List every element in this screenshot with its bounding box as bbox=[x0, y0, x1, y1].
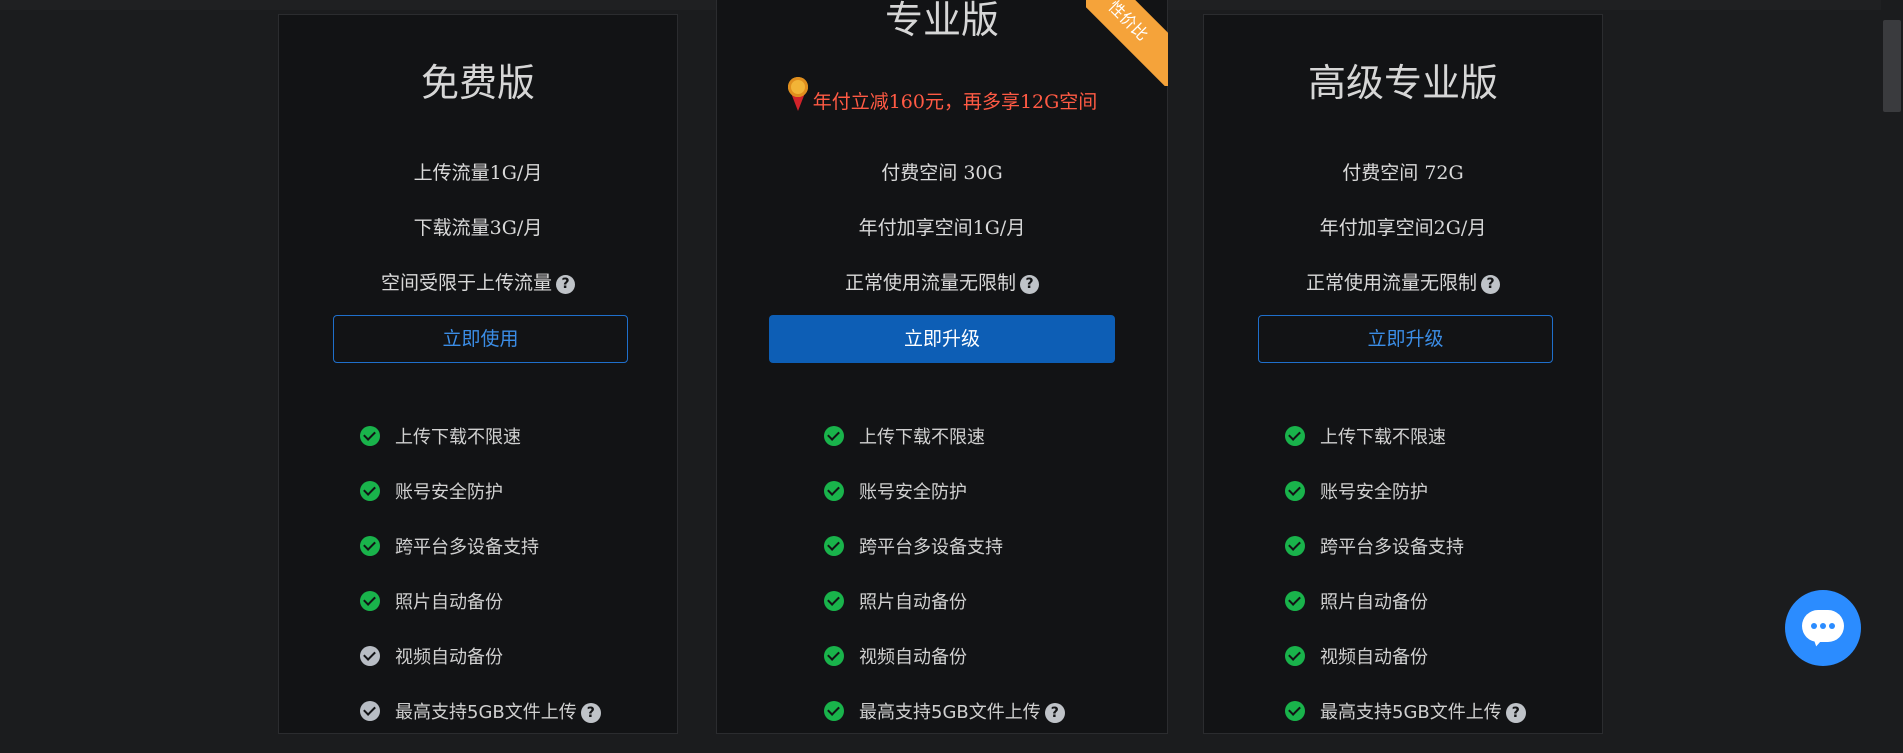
question-circle-icon[interactable]: ? bbox=[556, 275, 575, 294]
check-circle-icon bbox=[360, 481, 380, 501]
feature-item: 照片自动备份 bbox=[1285, 588, 1526, 643]
feature-item: 视频自动备份 bbox=[360, 643, 601, 698]
feature-item: 账号安全防护 bbox=[1285, 478, 1526, 533]
medal-icon bbox=[787, 77, 809, 115]
feature-item: 最高支持5GB文件上传? bbox=[1285, 698, 1526, 753]
check-circle-icon bbox=[1285, 426, 1305, 446]
promo-text: 年付立减160元，再多享12G空间 bbox=[717, 77, 1167, 115]
feature-item: 跨平台多设备支持 bbox=[360, 533, 601, 588]
check-circle-icon bbox=[824, 701, 844, 721]
feature-label: 视频自动备份 bbox=[859, 647, 967, 668]
plan-spec-traffic-label: 正常使用流量无限制 bbox=[844, 272, 1016, 294]
plan-spec-space: 空间受限于上传流量? bbox=[279, 268, 677, 295]
feature-item: 上传下载不限速 bbox=[360, 423, 601, 478]
upgrade-now-button[interactable]: 立即升级 bbox=[1258, 315, 1553, 363]
plan-card-free: 免费版 上传流量1G/月 下载流量3G/月 空间受限于上传流量? 立即使用 上传… bbox=[278, 14, 678, 734]
use-now-button[interactable]: 立即使用 bbox=[333, 315, 628, 363]
check-circle-icon bbox=[360, 536, 380, 556]
feature-label: 视频自动备份 bbox=[395, 647, 503, 668]
check-circle-icon bbox=[360, 646, 380, 666]
scrollbar[interactable] bbox=[1881, 0, 1903, 713]
plan-spec-space: 付费空间 72G bbox=[1342, 162, 1464, 184]
feature-label: 照片自动备份 bbox=[395, 592, 503, 613]
feature-item: 照片自动备份 bbox=[360, 588, 601, 643]
check-circle-icon bbox=[824, 481, 844, 501]
question-circle-icon[interactable]: ? bbox=[1481, 275, 1500, 294]
check-circle-icon bbox=[1285, 701, 1305, 721]
check-circle-icon bbox=[360, 591, 380, 611]
feature-item: 上传下载不限速 bbox=[1285, 423, 1526, 478]
feature-label: 账号安全防护 bbox=[1320, 482, 1428, 503]
plan-spec-traffic-label: 正常使用流量无限制 bbox=[1305, 272, 1477, 294]
feature-label: 上传下载不限速 bbox=[395, 427, 521, 448]
check-circle-icon bbox=[360, 426, 380, 446]
feature-list: 上传下载不限速 账号安全防护 跨平台多设备支持 照片自动备份 视频自动备份 最高… bbox=[1285, 423, 1526, 753]
feature-label: 照片自动备份 bbox=[1320, 592, 1428, 613]
plan-spec-space-label: 空间受限于上传流量 bbox=[380, 272, 552, 294]
check-circle-icon bbox=[360, 701, 380, 721]
upgrade-now-button[interactable]: 立即升级 bbox=[769, 315, 1115, 363]
check-circle-icon bbox=[824, 536, 844, 556]
feature-item: 视频自动备份 bbox=[824, 643, 1065, 698]
plan-spec-upload: 上传流量1G/月 bbox=[413, 162, 543, 184]
plan-spec-space: 付费空间 30G bbox=[881, 162, 1003, 184]
feature-label: 跨平台多设备支持 bbox=[1320, 537, 1464, 558]
plan-spec-download: 下载流量3G/月 bbox=[413, 217, 543, 239]
check-circle-icon bbox=[824, 426, 844, 446]
question-circle-icon[interactable]: ? bbox=[1044, 703, 1065, 723]
promo-label: 年付立减160元，再多享12G空间 bbox=[812, 91, 1098, 113]
feature-list: 上传下载不限速 账号安全防护 跨平台多设备支持 照片自动备份 视频自动备份 最高… bbox=[360, 423, 601, 753]
chat-button[interactable] bbox=[1785, 590, 1861, 666]
check-circle-icon bbox=[1285, 646, 1305, 666]
feature-item: 照片自动备份 bbox=[824, 588, 1065, 643]
plan-spec-bonus: 年付加享空间2G/月 bbox=[1319, 217, 1487, 239]
feature-label: 上传下载不限速 bbox=[1320, 427, 1446, 448]
question-circle-icon[interactable]: ? bbox=[1505, 703, 1526, 723]
check-circle-icon bbox=[824, 646, 844, 666]
plan-spec-traffic: 正常使用流量无限制? bbox=[1204, 268, 1602, 295]
feature-label: 上传下载不限速 bbox=[859, 427, 985, 448]
feature-item: 跨平台多设备支持 bbox=[1285, 533, 1526, 588]
feature-item: 跨平台多设备支持 bbox=[824, 533, 1065, 588]
plan-spec-bonus: 年付加享空间1G/月 bbox=[858, 217, 1026, 239]
question-circle-icon[interactable]: ? bbox=[580, 703, 601, 723]
plan-spec-traffic: 正常使用流量无限制? bbox=[717, 268, 1167, 295]
feature-label: 跨平台多设备支持 bbox=[395, 537, 539, 558]
check-circle-icon bbox=[1285, 481, 1305, 501]
plan-title: 专业版 bbox=[884, 0, 999, 42]
plan-card-premium: 高级专业版 付费空间 72G 年付加享空间2G/月 正常使用流量无限制? 立即升… bbox=[1203, 14, 1603, 734]
feature-label: 账号安全防护 bbox=[395, 482, 503, 503]
feature-list: 上传下载不限速 账号安全防护 跨平台多设备支持 照片自动备份 视频自动备份 最高… bbox=[824, 423, 1065, 753]
feature-label: 照片自动备份 bbox=[859, 592, 967, 613]
question-circle-icon[interactable]: ? bbox=[1020, 275, 1039, 294]
plan-card-pro: 性价比 专业版 年付立减160元，再多享12G空间 付费空间 30G 年付加享空… bbox=[716, 0, 1168, 734]
feature-item: 视频自动备份 bbox=[1285, 643, 1526, 698]
check-circle-icon bbox=[1285, 536, 1305, 556]
plan-title: 免费版 bbox=[420, 61, 535, 105]
feature-item: 账号安全防护 bbox=[824, 478, 1065, 533]
feature-label: 账号安全防护 bbox=[859, 482, 967, 503]
plan-title: 高级专业版 bbox=[1307, 61, 1498, 105]
feature-label: 视频自动备份 bbox=[1320, 647, 1428, 668]
scrollbar-thumb[interactable] bbox=[1883, 20, 1901, 112]
check-circle-icon bbox=[824, 591, 844, 611]
feature-item: 上传下载不限速 bbox=[824, 423, 1065, 478]
feature-item: 最高支持5GB文件上传? bbox=[824, 698, 1065, 753]
chat-icon bbox=[1802, 610, 1844, 642]
feature-item: 账号安全防护 bbox=[360, 478, 601, 533]
feature-item: 最高支持5GB文件上传? bbox=[360, 698, 601, 753]
check-circle-icon bbox=[1285, 591, 1305, 611]
feature-label: 跨平台多设备支持 bbox=[859, 537, 1003, 558]
